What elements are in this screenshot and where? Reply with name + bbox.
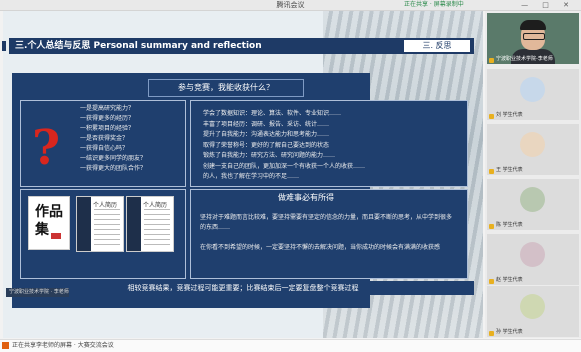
list-item: 丰富了项目经历：调研、报告、采访、统计…… [203,120,330,128]
answers-list: 学会了数据知识：理论、算法、软件、专业知识…… 丰富了项目经历：调研、报告、采访… [203,109,425,183]
status-text: 正在共享李老师的屏幕 · 大赛交流会议 [12,342,114,349]
participant-name: 孙 学生代表 [496,329,523,335]
question-mark-icon: ? [32,120,61,176]
list-item: 一积累项目的经验？ [80,125,135,132]
list-item: 取得了荣誉称号：更好的了解自己要达到的状态 [203,141,330,149]
list-item: 一获得自信心吗？ [80,145,129,152]
presenter-label: 宁波职业技术学院 · 李老师 [6,288,69,297]
avatar [520,294,545,319]
resume-thumbnail-2: 个人简历 [126,196,174,252]
panel-title: 参与竞赛，我能收获什么？ [148,79,304,97]
resume-heading: 个人简历 [143,202,168,209]
list-item: 学会了数据知识：理论、算法、软件、专业知识…… [203,110,342,117]
mic-icon [489,331,494,336]
mic-icon [489,58,494,63]
participant-name: 陈 学生代表 [496,222,523,228]
participant-tile[interactable]: 孙 学生代表 [487,286,579,337]
avatar [520,242,545,267]
participant-name: 刘 学生代表 [496,112,523,118]
participant-tile[interactable]: 赵 学生代表 [487,234,579,285]
avatar [520,187,545,212]
list-item: 一获得更多的经历？ [80,115,135,122]
list-item: 创建一支自己的团队，更加加深一个有收获一个人的收获…… [203,162,366,170]
list-item: 一获得更大的团队合作？ [80,165,147,172]
participant-name: 赵 学生代表 [496,277,523,283]
resume-thumbnail-1: 个人简历 [76,196,124,252]
portfolio-thumbnail: 作品集 [28,196,70,250]
mic-icon [489,224,494,229]
participant-name: 王 学生代表 [496,167,523,173]
window-title: 腾讯会议 [276,1,305,9]
conclusion-bar: 相较竞赛结果，竞赛过程可能更重要；比赛结束后一定要复盘整个竞赛过程 [12,281,474,295]
avatar [520,77,545,102]
participant-tile[interactable]: 王 学生代表 [487,124,579,175]
list-item: 的人，我也了解在学习中的不足…… [203,173,300,180]
questions-list: 一是提高研究能力？ 一获得更多的经历？ 一积累项目的经验？ 一是否获得奖金？ 一… [80,104,180,174]
mic-icon [489,169,494,174]
difficulty-paragraph-1: 坚持对于难题而言比较难，要坚持需要有坚定的信念的力量，而且要不断的思考，从中学到… [200,214,453,231]
list-item: 一是提高研究能力？ [80,105,135,112]
list-item: 锻炼了自我能力：研究方法、研究问题的能力…… [203,152,336,159]
participant-name: 宁波职业技术学院-李老师 [496,56,553,62]
difficulty-paragraph-2: 在你看不到希望的时候，一定要坚持不懈的去解决问题，当你成功的时候会有满满的收获感 [200,244,441,251]
seal-icon [51,233,61,239]
participant-tile[interactable]: 刘 学生代表 [487,69,579,120]
window-titlebar: 腾讯会议 正在共享 · 屏幕录制中 — □ ✕ [0,0,581,11]
meeting-status-bar: 正在共享李老师的屏幕 · 大赛交流会议 [0,339,581,352]
list-item: 一是否获得奖金？ [80,135,129,142]
difficulty-title: 做难事必有所得 [260,192,352,204]
section-header: 三.个人总结与反思 Personal summary and reflectio… [2,38,474,54]
list-item: 一结识更多同学的朋友？ [80,155,147,162]
section-tag: 三. 反思 [404,40,470,52]
glasses-icon [523,33,545,40]
mic-icon [489,279,494,284]
participant-tile[interactable]: 陈 学生代表 [487,179,579,230]
share-status: 正在共享 · 屏幕录制中 [404,1,464,8]
participant-tile-camera[interactable]: 宁波职业技术学院-李老师 [487,13,579,64]
list-item: 提升了自我能力：沟通表达能力和思考能力…… [203,131,330,138]
share-icon [2,342,9,349]
section-header-text: 三.个人总结与反思 Personal summary and reflectio… [15,41,262,51]
mic-icon [489,114,494,119]
window-controls[interactable]: — □ ✕ [521,0,575,10]
resume-heading: 个人简历 [93,202,118,209]
avatar [520,132,545,157]
